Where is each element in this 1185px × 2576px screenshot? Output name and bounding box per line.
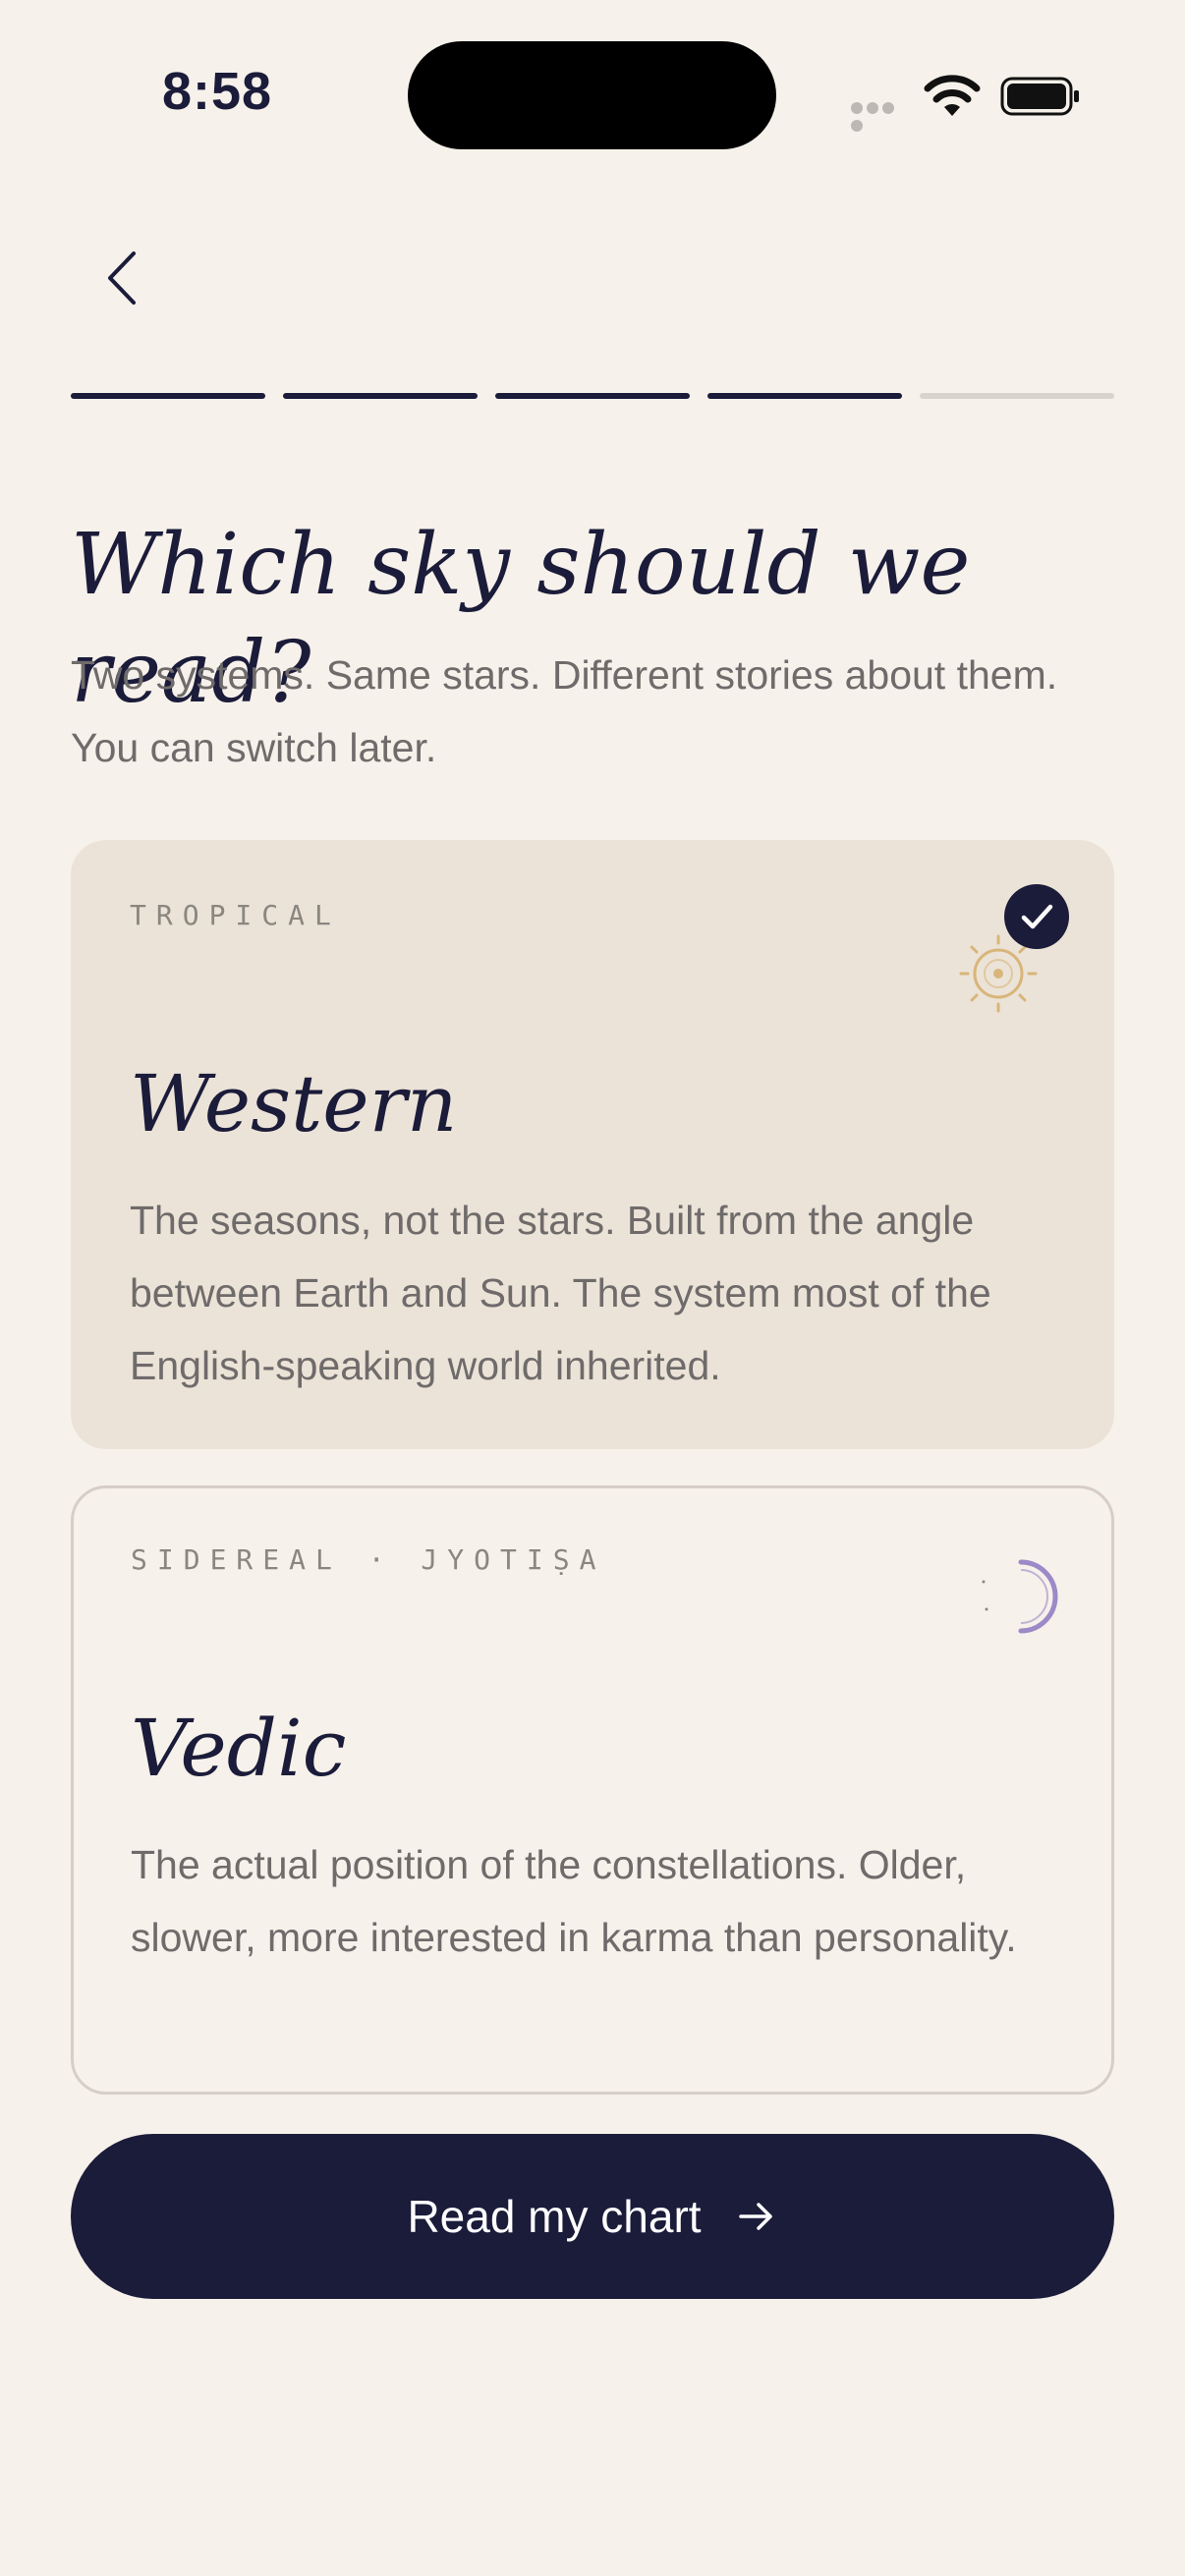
battery-icon xyxy=(1000,77,1079,116)
back-chevron-icon[interactable] xyxy=(96,244,151,312)
option-card-western[interactable]: TROPICAL Western The seasons, not the st… xyxy=(71,840,1114,1449)
selected-check-icon xyxy=(1004,884,1069,949)
page-subtitle: Two systems. Same stars. Different stori… xyxy=(71,652,1058,770)
arrow-right-icon xyxy=(738,2203,772,2230)
progress-step-5 xyxy=(920,393,1114,399)
progress-step-3 xyxy=(495,393,690,399)
option-eyebrow: SIDEREAL · JYOTIṢA xyxy=(131,1543,606,1576)
status-bar: 8:58 xyxy=(0,0,1185,187)
read-my-chart-button[interactable]: Read my chart xyxy=(71,2134,1114,2299)
option-eyebrow: TROPICAL xyxy=(130,899,341,931)
option-description: The actual position of the constellation… xyxy=(131,1842,1017,1960)
progress-step-4 xyxy=(707,393,902,399)
moon-icon xyxy=(982,1559,1058,1634)
progress-step-2 xyxy=(283,393,478,399)
cta-label: Read my chart xyxy=(407,2191,702,2242)
option-description: The seasons, not the stars. Built from t… xyxy=(130,1198,991,1388)
option-card-vedic[interactable]: SIDEREAL · JYOTIṢA Vedic The actual posi… xyxy=(71,1485,1114,2095)
option-title: Vedic xyxy=(131,1703,347,1794)
dynamic-island xyxy=(408,41,776,149)
progress-step-1 xyxy=(71,393,265,399)
wifi-icon xyxy=(924,75,981,116)
status-time: 8:58 xyxy=(162,62,273,121)
cellular-signal-icon xyxy=(851,101,910,132)
option-title: Western xyxy=(130,1058,458,1149)
step-progress xyxy=(71,393,1114,399)
